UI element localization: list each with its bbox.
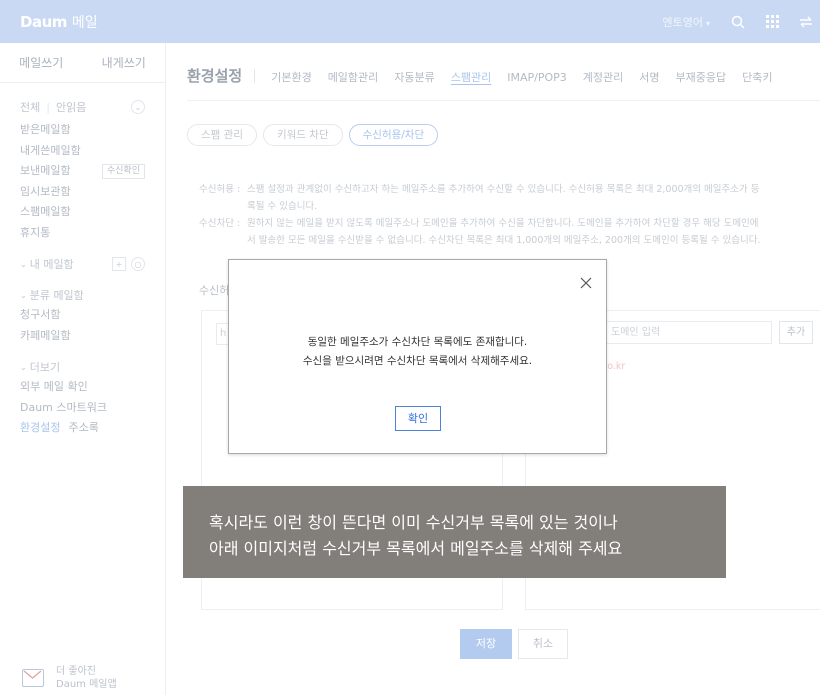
sidebar-item-inbox[interactable]: 받은메일함 <box>20 120 145 141</box>
user-name: 엔토영어 <box>662 15 703 29</box>
allow-desc-line-1: 스팸 설정과 관계없이 수신하고자 하는 메일주소를 추가하여 수신할 수 있습… <box>247 184 760 195</box>
category-mailbox-row: ⌄ 분류 메일함 <box>20 285 145 305</box>
top-bar: Daum 메일 엔토영어 ▾ <box>0 0 820 43</box>
subtab-spam-manage[interactable]: 스팸 관리 <box>187 124 257 146</box>
title-divider <box>254 68 256 83</box>
page-title: 환경설정 <box>187 67 243 85</box>
allow-desc-label: 수신허용 : <box>199 184 241 195</box>
my-mailbox-row: ⌄ 내 메일함 + ○ <box>20 254 145 274</box>
subtab-keyword-block[interactable]: 키워드 차단 <box>262 124 343 146</box>
app-grid-icon[interactable] <box>764 14 780 30</box>
tab-divider <box>187 100 820 101</box>
domain-input[interactable]: 도메인 입력 <box>602 321 772 344</box>
block-desc-line-2: 서 발송한 모든 메일을 수신받을 수 없습니다. 수신차단 목록은 최대 1,… <box>247 235 761 246</box>
chevron-down-icon: ▾ <box>705 18 710 28</box>
sidebar-item-sent-label: 보낸메일함 <box>20 164 71 177</box>
my-mailbox-label[interactable]: 내 메일함 <box>30 256 74 272</box>
promo-line-1: 더 좋아진 <box>56 666 96 677</box>
spam-subtabs: 스팸 관리 키워드 차단 수신허용/차단 <box>187 124 444 146</box>
sidebar-item-trash[interactable]: 휴지통 <box>20 223 145 244</box>
sidebar-item-self[interactable]: 내게쓴메일함 <box>20 141 145 162</box>
sidebar-item-cafe[interactable]: 카페메일함 <box>20 326 145 347</box>
sidebar-item-settings[interactable]: 환경설정 <box>20 418 60 439</box>
write-self-button[interactable]: 내게쓰기 <box>83 43 166 82</box>
category-mailbox-label[interactable]: 분류 메일함 <box>30 287 84 303</box>
mail-app-icon <box>22 669 44 687</box>
sidebar-item-external[interactable]: 외부 메일 확인 <box>20 377 145 398</box>
description: 수신허용 : 스팸 설정과 관계없이 수신하고자 하는 메일주소를 추가하여 수신… <box>199 181 761 249</box>
swap-icon[interactable] <box>798 14 814 30</box>
search-icon[interactable] <box>730 14 746 30</box>
sidebar-item-drafts[interactable]: 임시보관함 <box>20 182 145 203</box>
chevron-down-icon[interactable]: ⌄ <box>20 260 27 269</box>
settings-row: 환경설정 주소록 <box>20 418 145 439</box>
filter-all[interactable]: 전체 <box>20 99 40 115</box>
promo-line-2: Daum 메일앱 <box>56 679 117 690</box>
user-menu[interactable]: 엔토영어 ▾ <box>663 14 711 30</box>
tab-imap[interactable]: IMAP/POP3 <box>507 71 567 84</box>
gear-icon[interactable]: ○ <box>131 257 145 271</box>
top-right-area: 엔토영어 ▾ <box>663 0 820 43</box>
allow-desc-line-2: 록될 수 있습니다. <box>247 201 318 212</box>
more-label[interactable]: 더보기 <box>30 359 60 375</box>
sidebar-item-sent[interactable]: 보낸메일함 수신확인 <box>20 161 145 182</box>
chevron-down-icon[interactable]: ⌄ <box>131 100 145 114</box>
allow-section-label: 수신허 <box>199 284 230 297</box>
dialog-message-line-2: 수신을 받으시려면 수신차단 목록에서 삭제해주세요. <box>302 355 533 367</box>
cancel-button[interactable]: 취소 <box>518 629 568 659</box>
subtab-allow-block[interactable]: 수신허용/차단 <box>348 124 439 146</box>
promo-text: 더 좋아진 Daum 메일앱 <box>56 665 117 691</box>
tab-mailbox[interactable]: 메일함관리 <box>328 69 379 85</box>
settings-tabbar: 환경설정 기본환경 메일함관리 자동분류 스팸관리 IMAP/POP3 계정관리… <box>187 65 789 86</box>
filter-divider: | <box>46 100 50 114</box>
tab-auto-reply[interactable]: 부재중응답 <box>676 69 727 85</box>
add-mailbox-icon[interactable]: + <box>112 257 126 271</box>
sidebar: 메일쓰기 내게쓰기 전체 | 안읽음 ⌄ 받은메일함 내게쓴메일함 보낸메일함 수… <box>0 43 166 695</box>
sent-check-button[interactable]: 수신확인 <box>101 163 145 179</box>
filter-unread[interactable]: 안읽음 <box>56 99 86 115</box>
tab-account[interactable]: 계정관리 <box>583 69 623 85</box>
tab-spam[interactable]: 스팸관리 <box>451 69 491 85</box>
write-row: 메일쓰기 내게쓰기 <box>0 43 165 83</box>
folder-filter-row: 전체 | 안읽음 ⌄ <box>20 97 145 117</box>
tab-signature[interactable]: 서명 <box>639 69 659 85</box>
sidebar-item-spam[interactable]: 스팸메일함 <box>20 202 145 223</box>
caption-line-2: 아래 이미지처럼 수신거부 목록에서 메일주소를 삭제해 주세요 <box>209 539 623 558</box>
save-button[interactable]: 저장 <box>460 629 512 659</box>
service-name[interactable]: 메일 <box>72 12 98 32</box>
tab-auto-sort[interactable]: 자동분류 <box>394 69 434 85</box>
dialog-message-line-1: 동일한 메일주소가 수신차단 목록에도 존재합니다. <box>307 336 528 348</box>
close-icon[interactable] <box>580 277 592 289</box>
tab-shortcuts[interactable]: 단축키 <box>742 69 772 85</box>
app-promo[interactable]: 더 좋아진 Daum 메일앱 <box>22 665 117 691</box>
sidebar-item-address-book[interactable]: 주소록 <box>68 418 98 439</box>
write-mail-button[interactable]: 메일쓰기 <box>0 43 83 82</box>
block-desc-line-1: 원하지 않는 메일을 받지 않도록 메일주소나 도메인을 추가하여 수신을 차단… <box>247 218 759 229</box>
chevron-down-icon[interactable]: ⌄ <box>20 363 27 372</box>
caption-overlay: 혹시라도 이런 창이 뜬다면 이미 수신거부 목록에 있는 것이나 아래 이미지… <box>183 486 726 578</box>
block-desc-label: 수신차단 : <box>199 218 241 229</box>
mailbox-section: 전체 | 안읽음 ⌄ 받은메일함 내게쓴메일함 보낸메일함 수신확인 임시보관함 … <box>0 97 165 439</box>
ok-button[interactable]: 확인 <box>395 406 441 431</box>
add-domain-button[interactable]: 추가 <box>779 321 813 344</box>
dialog-message: 동일한 메일주소가 수신차단 목록에도 존재합니다. 수신을 받으시려면 수신차… <box>229 333 606 371</box>
alert-dialog: 동일한 메일주소가 수신차단 목록에도 존재합니다. 수신을 받으시려면 수신차… <box>228 259 607 454</box>
daum-logo[interactable]: Daum <box>20 13 67 31</box>
more-row: ⌄ 더보기 <box>20 357 145 377</box>
tab-basic[interactable]: 기본환경 <box>271 69 311 85</box>
caption-line-1: 혹시라도 이런 창이 뜬다면 이미 수신거부 목록에 있는 것이나 <box>209 513 618 532</box>
sidebar-item-bills[interactable]: 청구서함 <box>20 305 145 326</box>
chevron-down-icon[interactable]: ⌄ <box>20 291 27 300</box>
sidebar-item-smartwork[interactable]: Daum 스마트워크 <box>20 398 145 419</box>
